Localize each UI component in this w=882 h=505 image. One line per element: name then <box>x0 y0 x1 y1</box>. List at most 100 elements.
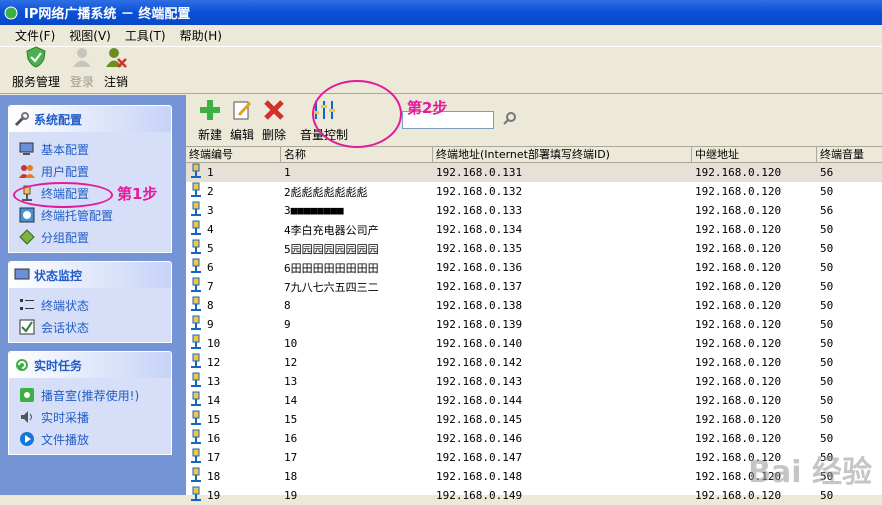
search-icon[interactable] <box>502 111 518 130</box>
table-cell: 12 <box>281 356 433 369</box>
table-row[interactable]: 11192.168.0.131192.168.0.12056 <box>186 163 882 182</box>
sidebar-item-user-config[interactable]: 用户配置 <box>19 160 171 182</box>
sidebar-item-realtime-capture[interactable]: 实时采播 <box>19 406 171 428</box>
cell-text: 14 <box>284 394 297 407</box>
cell-text: 192.168.0.120 <box>695 280 781 293</box>
delete-label: 删除 <box>262 126 286 143</box>
menu-tools[interactable]: 工具(T) <box>118 27 173 44</box>
table-row[interactable]: 55园园园园园园园园192.168.0.135192.168.0.12050 <box>186 239 882 258</box>
table-cell: 192.168.0.132 <box>433 185 692 198</box>
cell-text: 14 <box>207 394 220 407</box>
cell-text: 50 <box>820 280 833 293</box>
terminal-speaker-icon <box>189 182 207 201</box>
table-cell: 50 <box>817 242 882 255</box>
table-row[interactable]: 1010192.168.0.140192.168.0.12050 <box>186 334 882 353</box>
cell-text: 12 <box>207 356 220 369</box>
sidebar-item-session-status[interactable]: 会话状态 <box>19 316 171 338</box>
media-player-icon <box>19 431 35 447</box>
sidebar-item-label: 文件播放 <box>41 431 89 448</box>
sidebar-item-group-config[interactable]: 分组配置 <box>19 226 171 248</box>
sidebar-item-broadcast-room[interactable]: 播音室(推荐使用!) <box>19 384 171 406</box>
table-cell: 5园园园园园园园园 <box>281 241 433 257</box>
table-row[interactable]: 1616192.168.0.146192.168.0.12050 <box>186 429 882 448</box>
table-cell: 8 <box>281 299 433 312</box>
table-cell: 192.168.0.120 <box>692 394 817 407</box>
new-button[interactable]: 新建 <box>198 98 222 146</box>
table-row[interactable]: 99192.168.0.139192.168.0.12050 <box>186 315 882 334</box>
cell-text: 192.168.0.131 <box>436 166 522 179</box>
hosting-icon <box>19 207 35 223</box>
speaker-icon <box>19 409 35 425</box>
table-cell: 192.168.0.134 <box>433 223 692 236</box>
cell-text: 192.168.0.145 <box>436 413 522 426</box>
table-row[interactable]: 88192.168.0.138192.168.0.12050 <box>186 296 882 315</box>
col-volume[interactable]: 终端音量 <box>817 147 882 162</box>
cell-text: 50 <box>820 261 833 274</box>
cell-text: 192.168.0.120 <box>695 432 781 445</box>
table-row[interactable]: 66田田田田田田田田192.168.0.136192.168.0.12050 <box>186 258 882 277</box>
cell-text: 50 <box>820 356 833 369</box>
cell-text: 12 <box>284 356 297 369</box>
service-management-button[interactable]: 服务管理 <box>12 49 60 93</box>
panel-status-monitor-header[interactable]: 状态监控 <box>9 262 171 288</box>
panel-system-config-header[interactable]: 系统配置 <box>9 106 171 132</box>
table-cell: 4李白充电器公司产 <box>281 222 433 238</box>
table-row[interactable]: 1313192.168.0.143192.168.0.12050 <box>186 372 882 391</box>
col-terminal-id[interactable]: 终端编号 <box>186 147 281 162</box>
cell-text: 15 <box>284 413 297 426</box>
menu-help[interactable]: 帮助(H) <box>173 27 229 44</box>
cell-text: 192.168.0.120 <box>695 166 781 179</box>
sidebar-item-file-playback[interactable]: 文件播放 <box>19 428 171 450</box>
table-row[interactable]: 1414192.168.0.144192.168.0.12050 <box>186 391 882 410</box>
cell-text: 192.168.0.134 <box>436 223 522 236</box>
cell-text: 50 <box>820 318 833 331</box>
col-address[interactable]: 终端地址(Internet部署填写终端ID) <box>433 147 692 162</box>
col-relay[interactable]: 中继地址 <box>692 147 817 162</box>
sidebar-item-basic-config[interactable]: 基本配置 <box>19 138 171 160</box>
table-row[interactable]: 22彪彪彪彪彪彪彪192.168.0.132192.168.0.12050 <box>186 182 882 201</box>
cell-text: 10 <box>207 337 220 350</box>
table-cell: 15 <box>281 413 433 426</box>
logout-label: 注销 <box>104 73 128 90</box>
cell-text: 18 <box>284 470 297 483</box>
table-cell: 192.168.0.120 <box>692 223 817 236</box>
terminal-speaker-icon <box>189 467 207 486</box>
table-row[interactable]: 1212192.168.0.142192.168.0.12050 <box>186 353 882 372</box>
table-cell: 8 <box>186 296 281 315</box>
table-cell: 17 <box>186 448 281 467</box>
table-row[interactable]: 33■■■■■■■■192.168.0.133192.168.0.12056 <box>186 201 882 220</box>
cell-text: 192.168.0.120 <box>695 337 781 350</box>
sidebar-item-terminal-hosting-config[interactable]: 终端托管配置 <box>19 204 171 226</box>
menu-file[interactable]: 文件(F) <box>8 27 62 44</box>
cell-text: 192.168.0.136 <box>436 261 522 274</box>
logout-button[interactable]: 注销 <box>104 49 128 93</box>
panel-realtime-tasks-header[interactable]: 实时任务 <box>9 352 171 378</box>
table-cell: 192.168.0.120 <box>692 204 817 217</box>
table-cell: 13 <box>186 372 281 391</box>
cell-text: 192.168.0.135 <box>436 242 522 255</box>
terminal-speaker-icon <box>189 315 207 334</box>
panel-system-config: 系统配置 基本配置 用户配置 终端配置 终端托管配置 分组配置 <box>8 105 172 253</box>
table-row[interactable]: 1515192.168.0.145192.168.0.12050 <box>186 410 882 429</box>
watermark: Bai 经验 <box>748 447 872 491</box>
main-content: 新建 编辑 删除 音量控制 终端编号 名称 终端地址(Internet部署填写终… <box>182 95 882 495</box>
sidebar-item-terminal-status[interactable]: 终端状态 <box>19 294 171 316</box>
table-cell: 192.168.0.131 <box>433 166 692 179</box>
menu-view[interactable]: 视图(V) <box>62 27 118 44</box>
cell-text: 192.168.0.137 <box>436 280 522 293</box>
cell-text: 17 <box>207 451 220 464</box>
cell-text: 1 <box>207 166 214 179</box>
table-row[interactable]: 77九八七六五四三二192.168.0.137192.168.0.12050 <box>186 277 882 296</box>
edit-button[interactable]: 编辑 <box>230 98 254 146</box>
table-row[interactable]: 44李白充电器公司产192.168.0.134192.168.0.12050 <box>186 220 882 239</box>
cell-text: 10 <box>284 337 297 350</box>
login-button[interactable]: 登录 <box>70 49 94 93</box>
tools-icon <box>14 111 30 127</box>
table-cell: 192.168.0.120 <box>692 356 817 369</box>
table-cell: 14 <box>281 394 433 407</box>
cell-text: 6 <box>207 261 214 274</box>
delete-button[interactable]: 删除 <box>262 98 286 146</box>
table-cell: 50 <box>817 299 882 312</box>
col-name[interactable]: 名称 <box>281 147 433 162</box>
cell-text: 19 <box>207 489 220 502</box>
